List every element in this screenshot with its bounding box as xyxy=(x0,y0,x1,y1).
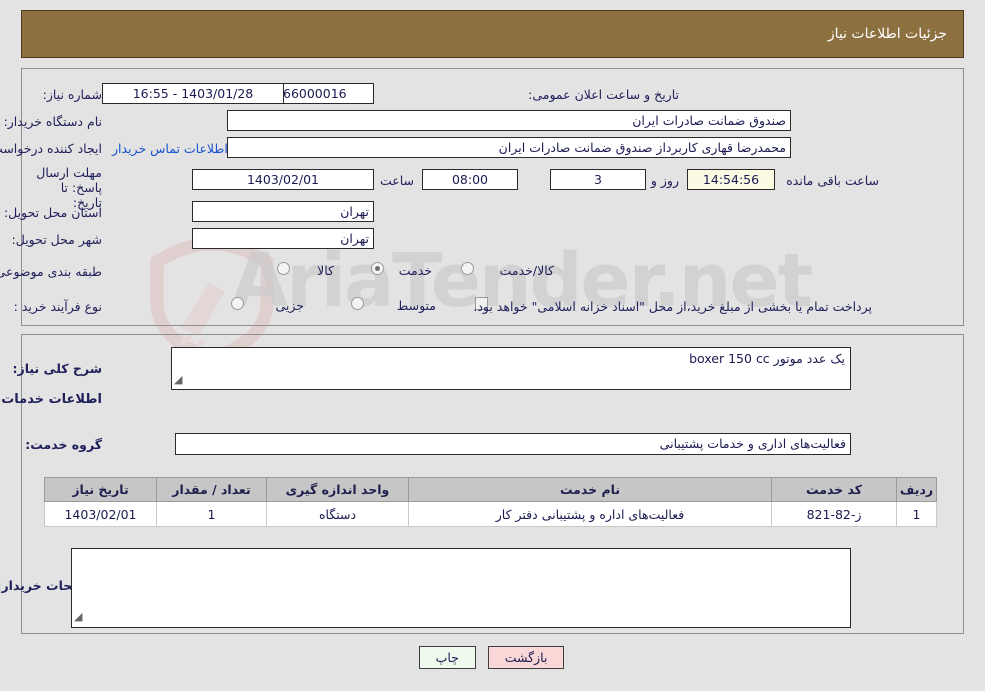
buyer-notes-textarea[interactable] xyxy=(72,548,852,628)
general-desc-value: یک عدد موتور boxer 150 cc xyxy=(690,351,846,366)
label-category: طبقه بندی موضوعی: xyxy=(0,264,103,279)
label-request-creator: ایجاد کننده درخواست: xyxy=(0,141,103,156)
radio-label-category-0: کالا xyxy=(318,263,335,278)
cell-qty: 1 xyxy=(157,501,268,527)
th-row: ردیف xyxy=(897,477,938,502)
province-value[interactable]: تهران xyxy=(193,201,375,222)
cell-code: ز-82-821 xyxy=(772,501,898,527)
public-announce-value[interactable]: 1403/01/28 - 16:55 xyxy=(103,83,285,104)
label-buyer-org: نام دستگاه خریدار: xyxy=(4,114,103,129)
label-deadline: مهلت ارسال پاسخ: تا تاریخ: xyxy=(19,165,103,210)
table-row[interactable]: 1 ز-82-821 فعالیت‌های اداره و پشتیبانی د… xyxy=(45,501,938,527)
radio-process-jozi[interactable] xyxy=(232,297,245,310)
label-deadline-line1: مهلت ارسال پاسخ: تا xyxy=(37,165,103,195)
page-title: جزئیات اطلاعات نیاز xyxy=(828,26,948,42)
radio-category-khedmat[interactable] xyxy=(372,262,385,275)
service-group-value[interactable]: فعالیت‌های اداری و خدمات پشتیبانی xyxy=(176,433,852,455)
label-need-number: شماره نیاز: xyxy=(43,87,103,102)
service-table: ردیف کد خدمت نام خدمت واحد اندازه گیری ت… xyxy=(45,477,938,527)
services-info-heading: اطلاعات خدمات مورد نیاز xyxy=(0,392,103,407)
radio-label-process-1: متوسط xyxy=(397,298,437,313)
buyer-org-value[interactable]: صندوق ضمانت صادرات ایران xyxy=(228,110,792,131)
th-qty: تعداد / مقدار xyxy=(157,477,268,502)
page-header-bar: جزئیات اطلاعات نیاز xyxy=(22,10,965,58)
radio-label-process-0: جزیی xyxy=(276,298,305,313)
th-code: کد خدمت xyxy=(772,477,898,502)
radio-process-motavasset[interactable] xyxy=(352,297,365,310)
radio-category-kala[interactable] xyxy=(278,262,291,275)
radio-label-category-2: کالا/خدمت xyxy=(500,263,555,278)
cell-name: فعالیت‌های اداره و پشتیبانی دفتر کار xyxy=(409,501,773,527)
remaining-time-value[interactable]: 14:54:56 xyxy=(688,169,776,190)
label-deadline-hour: ساعت xyxy=(380,173,415,188)
footer-button-row: چاپ بازگشت xyxy=(0,646,985,669)
th-date: تاریخ نیاز xyxy=(45,477,158,502)
label-public-announce: تاریخ و ساعت اعلان عمومی: xyxy=(529,87,680,102)
label-city: شهر محل تحویل: xyxy=(12,232,103,247)
label-remaining-days: روز و xyxy=(651,173,680,188)
label-general-desc: شرح کلی نیاز: xyxy=(13,361,103,376)
request-creator-value[interactable]: محمدرضا قهاری کاربرداز صندوق ضمانت صادرا… xyxy=(228,137,792,158)
label-service-group: گروه خدمت: xyxy=(26,437,103,452)
buyer-contact-link[interactable]: اطلاعات تماس خریدار xyxy=(113,141,229,156)
label-remaining-time: ساعت باقی مانده xyxy=(787,173,880,188)
general-desc-textarea[interactable]: یک عدد موتور boxer 150 cc xyxy=(172,347,852,390)
treasury-note: پرداخت تمام یا بخشی از مبلغ خرید،از محل … xyxy=(474,299,873,314)
label-process-type: نوع فرآیند خرید : xyxy=(14,299,103,314)
need-info-panel xyxy=(22,68,965,326)
remaining-days-value[interactable]: 3 xyxy=(551,169,647,190)
th-name: نام خدمت xyxy=(409,477,773,502)
radio-category-kala-khedmat[interactable] xyxy=(462,262,475,275)
table-header-row: ردیف کد خدمت نام خدمت واحد اندازه گیری ت… xyxy=(45,477,938,502)
cell-row: 1 xyxy=(897,501,938,527)
back-button[interactable]: بازگشت xyxy=(488,646,566,669)
deadline-hour-value[interactable]: 08:00 xyxy=(423,169,519,190)
cell-unit: دستگاه xyxy=(267,501,410,527)
cell-date: 1403/02/01 xyxy=(45,501,158,527)
city-value[interactable]: تهران xyxy=(193,228,375,249)
deadline-date-value[interactable]: 1403/02/01 xyxy=(193,169,375,190)
print-button[interactable]: چاپ xyxy=(419,646,477,669)
label-province: استان محل تحویل: xyxy=(4,205,103,220)
radio-label-category-1: خدمت xyxy=(399,263,433,278)
th-unit: واحد اندازه گیری xyxy=(267,477,410,502)
